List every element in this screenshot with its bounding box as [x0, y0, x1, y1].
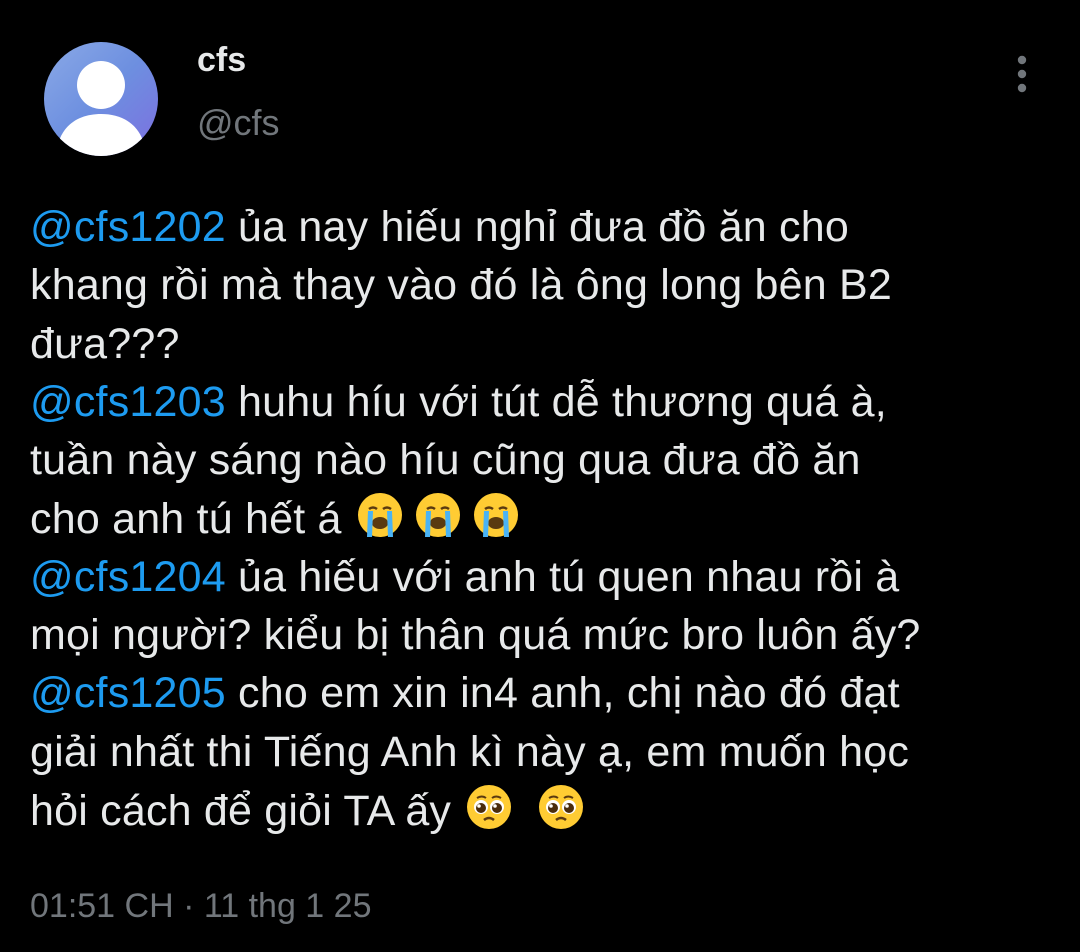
tweet-text-segment: huhu híu với tút dễ thương quá à,: [225, 377, 887, 426]
default-avatar-icon: [56, 61, 146, 156]
tweet-header: cfs @cfs: [0, 0, 1080, 170]
loudly-crying-face-emoji: [470, 489, 522, 541]
mention-link[interactable]: @cfs1205: [30, 669, 226, 717]
tweet-date: 11 thg 1 25: [203, 887, 372, 925]
avatar[interactable]: [44, 42, 158, 156]
tweet-text-segment: hỏi cách để giỏi TA ấy: [30, 786, 464, 835]
mention-link[interactable]: @cfs1203: [30, 378, 226, 426]
display-name[interactable]: cfs: [197, 40, 246, 80]
tweet-text-segment: ủa nay hiếu nghỉ đưa đồ ăn cho: [225, 203, 849, 251]
tweet-line: @cfs1204 ủa hiếu với anh tú quen nhau rồ…: [30, 548, 1060, 606]
tweet-line: mọi người? kiểu bị thân quá mức bro luôn…: [30, 611, 921, 660]
mention-link[interactable]: @cfs1202: [30, 203, 226, 251]
tweet-line: tuần này sáng nào híu cũng qua đưa đồ ăn: [30, 436, 861, 485]
tweet-timestamp[interactable]: 01:51 CH · 11 thg 1 25: [30, 884, 372, 928]
meta-separator: ·: [173, 887, 204, 925]
loudly-crying-face-emoji: [354, 489, 406, 541]
user-handle[interactable]: @cfs: [197, 102, 280, 144]
tweet-line: @cfs1202 ủa nay hiếu nghỉ đưa đồ ăn cho: [30, 198, 1060, 256]
tweet-time: 01:51 CH: [30, 887, 174, 925]
loudly-crying-face-emoji: [412, 489, 464, 541]
tweet-line: @cfs1205 cho em xin in4 anh, chị nào đó …: [30, 664, 1060, 722]
tweet-line: @cfs1203 huhu híu với tút dễ thương quá …: [30, 373, 1060, 431]
tweet-line: hỏi cách để giỏi TA ấy: [30, 781, 1060, 839]
pleading-face-emoji: [463, 781, 515, 833]
mention-link[interactable]: @cfs1204: [30, 553, 226, 601]
tweet-text-segment: cho anh tú hết á: [30, 495, 354, 544]
tweet-line: cho anh tú hết á: [30, 489, 1060, 547]
more-vertical-icon: [1017, 55, 1027, 93]
tweet-text-segment: cho em xin in4 anh, chị nào đó đạt: [225, 669, 900, 718]
pleading-face-emoji: [535, 781, 587, 833]
tweet-line: giải nhất thi Tiếng Anh kì này ạ, em muố…: [30, 727, 910, 776]
tweet-line: khang rồi mà thay vào đó là ông long bên…: [30, 261, 893, 310]
tweet-text-segment: ủa hiếu với anh tú quen nhau rồi à: [225, 552, 900, 601]
more-options-button[interactable]: [1000, 52, 1044, 96]
tweet-body: @cfs1202 ủa nay hiếu nghỉ đưa đồ ăn cho …: [30, 198, 1060, 839]
tweet-line: đưa???: [30, 319, 180, 368]
